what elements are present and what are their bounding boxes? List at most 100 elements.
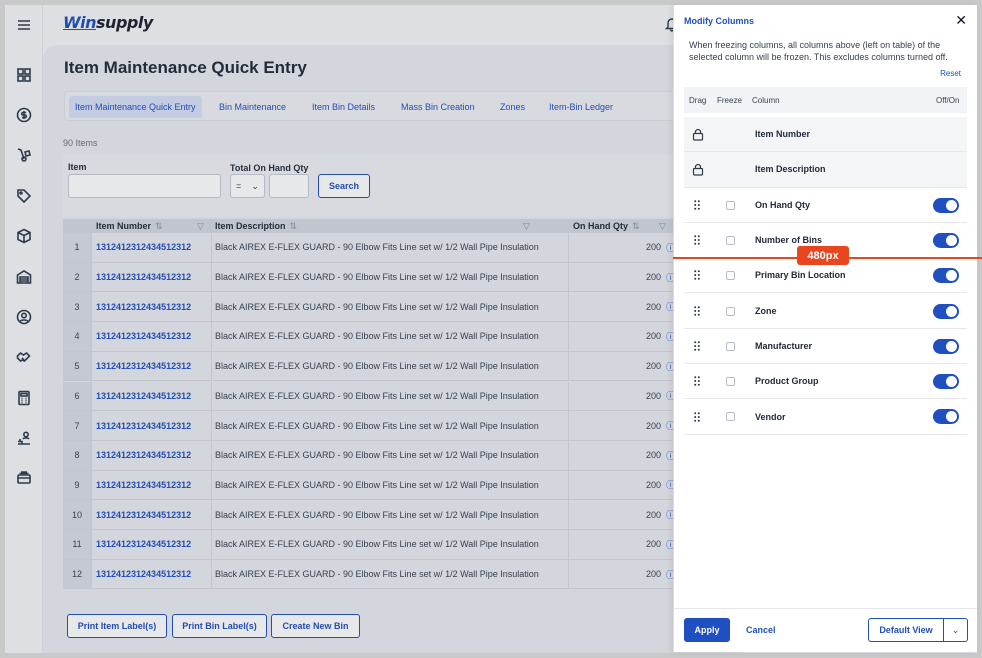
- table-row[interactable]: 10 1312412312434512312 Black AIREX E-FLEX …: [63, 500, 703, 530]
- row-number: 6: [63, 381, 91, 411]
- tab-item-bin-ledger[interactable]: Item-Bin Ledger: [543, 96, 619, 118]
- divider: [211, 440, 212, 470]
- visibility-toggle[interactable]: [933, 197, 959, 213]
- on-hand-qty: 200: [645, 420, 661, 431]
- qty-operator-select[interactable]: = ⌄: [230, 174, 265, 198]
- table-row[interactable]: 1 1312412312434512312 Black AIREX E-FLEX G…: [63, 233, 703, 263]
- dashboard-grid-icon[interactable]: [15, 66, 33, 84]
- item-number-link[interactable]: 1312412312434512312: [96, 352, 191, 381]
- row-number: 5: [63, 351, 91, 381]
- drag-handle-icon[interactable]: [694, 188, 700, 222]
- item-description: Black AIREX E-FLEX GUARD - 90 Elbow Fits…: [215, 479, 539, 490]
- divider: [91, 233, 92, 262]
- handshake-icon[interactable]: [15, 348, 33, 366]
- apply-button[interactable]: Apply: [684, 618, 730, 642]
- freeze-checkbox[interactable]: [726, 412, 735, 422]
- tab-bin-maintenance[interactable]: Bin Maintenance: [213, 96, 292, 118]
- table-row[interactable]: 4 1312412312434512312 Black AIREX E-FLEX G…: [63, 322, 703, 352]
- item-number-link[interactable]: 1312412312434512312: [96, 500, 191, 529]
- chevron-down-icon[interactable]: ⌄: [944, 618, 968, 642]
- visibility-toggle[interactable]: [933, 232, 959, 248]
- search-button[interactable]: Search: [318, 174, 370, 198]
- row-number: 1: [63, 233, 91, 262]
- col-on-hand-qty[interactable]: On Hand Qty ⇅ ▽: [573, 219, 673, 233]
- sort-icon[interactable]: ⇅: [632, 221, 640, 231]
- print-item-labels-button[interactable]: Print Item Label(s): [67, 614, 167, 638]
- freeze-checkbox[interactable]: [726, 377, 735, 387]
- table-row[interactable]: 11 1312412312434512312 Black AIREX E-FLEX …: [63, 530, 703, 560]
- divider: [91, 500, 92, 529]
- winsupply-logo[interactable]: Winsupply: [63, 13, 153, 32]
- table-header: Item Number ⇅ ▽ Item Description ⇅ ▽ On Ha…: [63, 219, 703, 233]
- item-filter-input[interactable]: [68, 174, 221, 198]
- table-row[interactable]: 6 1312412312434512312 Black AIREX E-FLEX G…: [63, 381, 703, 412]
- item-number-link[interactable]: 1312412312434512312: [96, 382, 191, 411]
- table-row[interactable]: 8 1312412312434512312 Black AIREX E-FLEX G…: [63, 440, 703, 471]
- tab-mass-bin-creation[interactable]: Mass Bin Creation: [395, 96, 481, 118]
- filter-icon[interactable]: ▽: [659, 219, 666, 233]
- visibility-toggle[interactable]: [933, 338, 959, 354]
- row-number: 7: [63, 411, 91, 440]
- freeze-checkbox[interactable]: [726, 235, 735, 245]
- warehouse-icon[interactable]: [15, 268, 33, 286]
- on-hand-qty: 200: [645, 450, 661, 461]
- table-row[interactable]: 9 1312412312434512312 Black AIREX E-FLEX G…: [63, 470, 703, 501]
- tag-icon[interactable]: [15, 187, 33, 205]
- cancel-button[interactable]: Cancel: [746, 618, 776, 642]
- drag-handle-icon[interactable]: [694, 258, 700, 292]
- visibility-toggle[interactable]: [933, 409, 959, 425]
- user-circle-icon[interactable]: [15, 308, 33, 326]
- reset-link[interactable]: Reset: [940, 69, 961, 78]
- dollar-circle-icon[interactable]: [15, 106, 33, 124]
- table-row[interactable]: 7 1312412312434512312 Black AIREX E-FLEX G…: [63, 411, 703, 441]
- on-hand-qty: 200: [645, 361, 661, 372]
- drag-handle-icon[interactable]: [694, 294, 700, 328]
- sort-icon[interactable]: ⇅: [290, 221, 298, 231]
- cards-stack-icon[interactable]: [15, 469, 33, 487]
- table-row[interactable]: 5 1312412312434512312 Black AIREX E-FLEX G…: [63, 351, 703, 382]
- qty-filter-input[interactable]: [269, 174, 309, 198]
- col-item-description[interactable]: Item Description ⇅ ▽: [215, 219, 535, 233]
- tab-item-bin-details[interactable]: Item Bin Details: [306, 96, 381, 118]
- visibility-toggle[interactable]: [933, 303, 959, 319]
- create-new-bin-button[interactable]: Create New Bin: [271, 614, 360, 638]
- hamburger-menu-icon[interactable]: [15, 16, 33, 34]
- col-item-number[interactable]: Item Number ⇅ ▽: [96, 219, 214, 233]
- freeze-checkbox[interactable]: [726, 341, 735, 351]
- item-number-link[interactable]: 1312412312434512312: [96, 560, 191, 589]
- table-row[interactable]: 12 1312412312434512312 Black AIREX E-FLEX …: [63, 559, 703, 590]
- filter-icon[interactable]: ▽: [523, 219, 530, 233]
- hand-truck-icon[interactable]: [15, 146, 33, 164]
- column-label: Item Number: [755, 129, 811, 140]
- item-number-link[interactable]: 1312412312434512312: [96, 263, 191, 292]
- person-stack-icon[interactable]: [15, 429, 33, 447]
- item-number-link[interactable]: 1312412312434512312: [96, 233, 191, 262]
- default-view-button[interactable]: Default View: [868, 618, 944, 642]
- visibility-toggle[interactable]: [933, 268, 959, 284]
- tab-item-maintenance-quick-entry[interactable]: Item Maintenance Quick Entry: [69, 96, 202, 118]
- filter-icon[interactable]: ▽: [197, 219, 204, 233]
- table-row[interactable]: 2 1312412312434512312 Black AIREX E-FLEX G…: [63, 262, 703, 293]
- row-number: 4: [63, 322, 91, 351]
- calculator-icon[interactable]: [15, 389, 33, 407]
- item-number-link[interactable]: 1312412312434512312: [96, 322, 191, 351]
- drag-handle-icon[interactable]: [694, 364, 700, 398]
- tab-zones[interactable]: Zones: [494, 96, 531, 118]
- drag-handle-icon[interactable]: [694, 223, 700, 257]
- item-number-link[interactable]: 1312412312434512312: [96, 411, 191, 440]
- item-number-link[interactable]: 1312412312434512312: [96, 292, 191, 321]
- sort-icon[interactable]: ⇅: [155, 221, 163, 231]
- box-icon[interactable]: [15, 227, 33, 245]
- item-number-link[interactable]: 1312412312434512312: [96, 471, 191, 500]
- close-icon[interactable]: ✕: [955, 13, 967, 27]
- drag-handle-icon[interactable]: [694, 329, 700, 363]
- item-number-link[interactable]: 1312412312434512312: [96, 530, 191, 559]
- item-number-link[interactable]: 1312412312434512312: [96, 441, 191, 470]
- freeze-checkbox[interactable]: [726, 306, 735, 316]
- drag-handle-icon[interactable]: [694, 399, 700, 433]
- visibility-toggle[interactable]: [933, 374, 959, 390]
- print-bin-labels-button[interactable]: Print Bin Label(s): [172, 614, 267, 638]
- freeze-checkbox[interactable]: [726, 200, 735, 210]
- freeze-checkbox[interactable]: [726, 271, 735, 281]
- table-row[interactable]: 3 1312412312434512312 Black AIREX E-FLEX G…: [63, 292, 703, 323]
